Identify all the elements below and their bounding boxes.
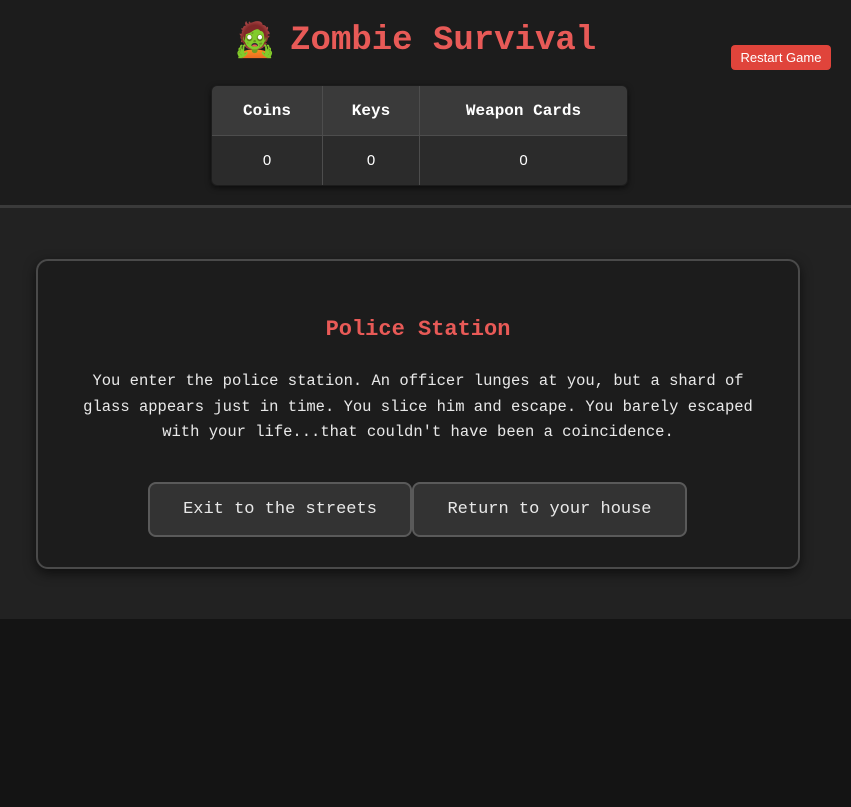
weapon-cards-header: Weapon Cards (419, 86, 627, 136)
choice-return-house-button[interactable]: Return to your house (412, 482, 687, 537)
keys-value: 0 (322, 135, 420, 185)
inventory-table: Coins Keys Weapon Cards 0 0 0 (211, 85, 628, 186)
story-card: Police Station You enter the police stat… (36, 259, 800, 569)
game-area: Police Station You enter the police stat… (0, 208, 851, 619)
header-bar: 🧟 Zombie Survival Restart Game Coins Keys… (0, 0, 851, 208)
coins-header: Coins (212, 86, 323, 136)
story-text: You enter the police station. An officer… (83, 372, 753, 441)
weapon-cards-value: 0 (419, 135, 627, 185)
inventory-header-row: Coins Keys Weapon Cards (212, 86, 627, 136)
inventory-values-row: 0 0 0 (212, 135, 627, 185)
restart-game-button[interactable]: Restart Game (731, 45, 831, 70)
zombie-icon: 🧟 (233, 24, 277, 62)
game-title: 🧟 Zombie Survival (0, 20, 830, 64)
coins-value: 0 (212, 135, 323, 185)
game-title-text: Zombie Survival (290, 22, 597, 60)
choice-exit-streets-button[interactable]: Exit to the streets (148, 482, 412, 537)
location-title: Police Station (325, 317, 511, 342)
keys-header: Keys (322, 86, 420, 136)
